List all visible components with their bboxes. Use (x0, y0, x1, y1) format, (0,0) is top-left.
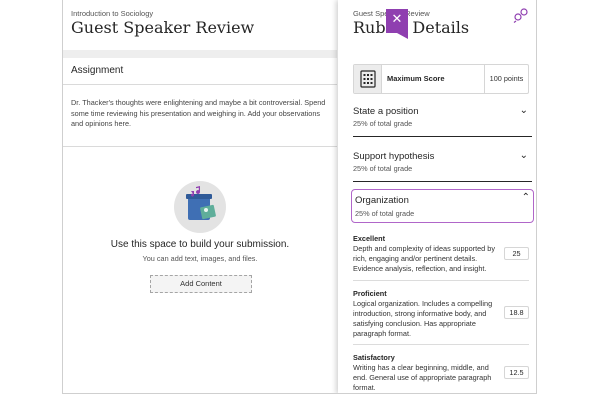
level-points[interactable]: 18.8 (504, 306, 529, 319)
criterion-name: Support hypothesis (353, 151, 435, 162)
criterion-divider (353, 136, 532, 137)
level-divider (353, 344, 529, 345)
maximum-score-card: Maximum Score 100 points (353, 64, 529, 94)
criterion-state-a-position[interactable]: State a position 25% of total grade ⌄ (353, 105, 529, 132)
level-name: Proficient (353, 289, 387, 298)
chevron-down-icon: ⌄ (519, 105, 528, 116)
criterion-weight: 25% of total grade (353, 164, 413, 173)
level-satisfactory: Satisfactory Writing has a clear beginni… (353, 353, 529, 393)
page-title: Guest Speaker Review (71, 18, 255, 37)
criterion-weight: 25% of total grade (353, 119, 413, 128)
rubric-grid-icon (354, 65, 382, 93)
divider (63, 146, 337, 147)
criterion-name: State a position (353, 106, 419, 117)
app-frame: Introduction to Sociology Guest Speaker … (62, 0, 537, 394)
detach-panel-icon[interactable] (513, 7, 529, 23)
submission-panel: Introduction to Sociology Guest Speaker … (63, 0, 337, 393)
level-name: Excellent (353, 234, 386, 243)
maximum-score-label: Maximum Score (387, 74, 445, 83)
level-points[interactable]: 25 (504, 247, 529, 260)
divider (63, 84, 337, 85)
level-proficient: Proficient Logical organization. Include… (353, 289, 529, 339)
empty-state-subtitle: You can add text, images, and files. (142, 254, 258, 263)
level-excellent: Excellent Depth and complexity of ideas … (353, 234, 529, 274)
rubric-panel: Guest Speaker Review Rubric Details (338, 0, 536, 393)
course-name: Introduction to Sociology (71, 9, 154, 18)
criterion-name: Organization (355, 195, 409, 206)
assignment-heading: Assignment (71, 65, 124, 76)
criterion-organization[interactable]: Organization 25% of total grade ⌃ (351, 189, 534, 223)
level-description: Writing has a clear beginning, middle, a… (353, 363, 492, 392)
submission-illustration-icon (174, 181, 226, 233)
section-divider (63, 50, 337, 58)
criterion-support-hypothesis[interactable]: Support hypothesis 25% of total grade ⌄ (353, 150, 529, 177)
close-icon[interactable]: ✕ (386, 9, 408, 39)
level-name: Satisfactory (353, 353, 395, 362)
level-description: Logical organization. Includes a compell… (353, 299, 493, 338)
chevron-down-icon: ⌄ (519, 150, 528, 161)
criterion-weight: 25% of total grade (355, 209, 415, 218)
level-divider (353, 280, 529, 281)
assignment-instructions: Dr. Thacker's thoughts were enlightening… (71, 98, 326, 128)
criterion-divider (353, 181, 532, 182)
rubric-title: Rubric Details (353, 18, 470, 37)
maximum-score-value: 100 points (484, 65, 528, 93)
level-points[interactable]: 12.5 (504, 366, 529, 379)
empty-state-title: Use this space to build your submission. (110, 239, 290, 250)
chevron-up-icon: ⌃ (521, 192, 530, 203)
add-content-button[interactable]: Add Content (150, 275, 252, 293)
level-description: Depth and complexity of ideas supported … (353, 244, 495, 273)
